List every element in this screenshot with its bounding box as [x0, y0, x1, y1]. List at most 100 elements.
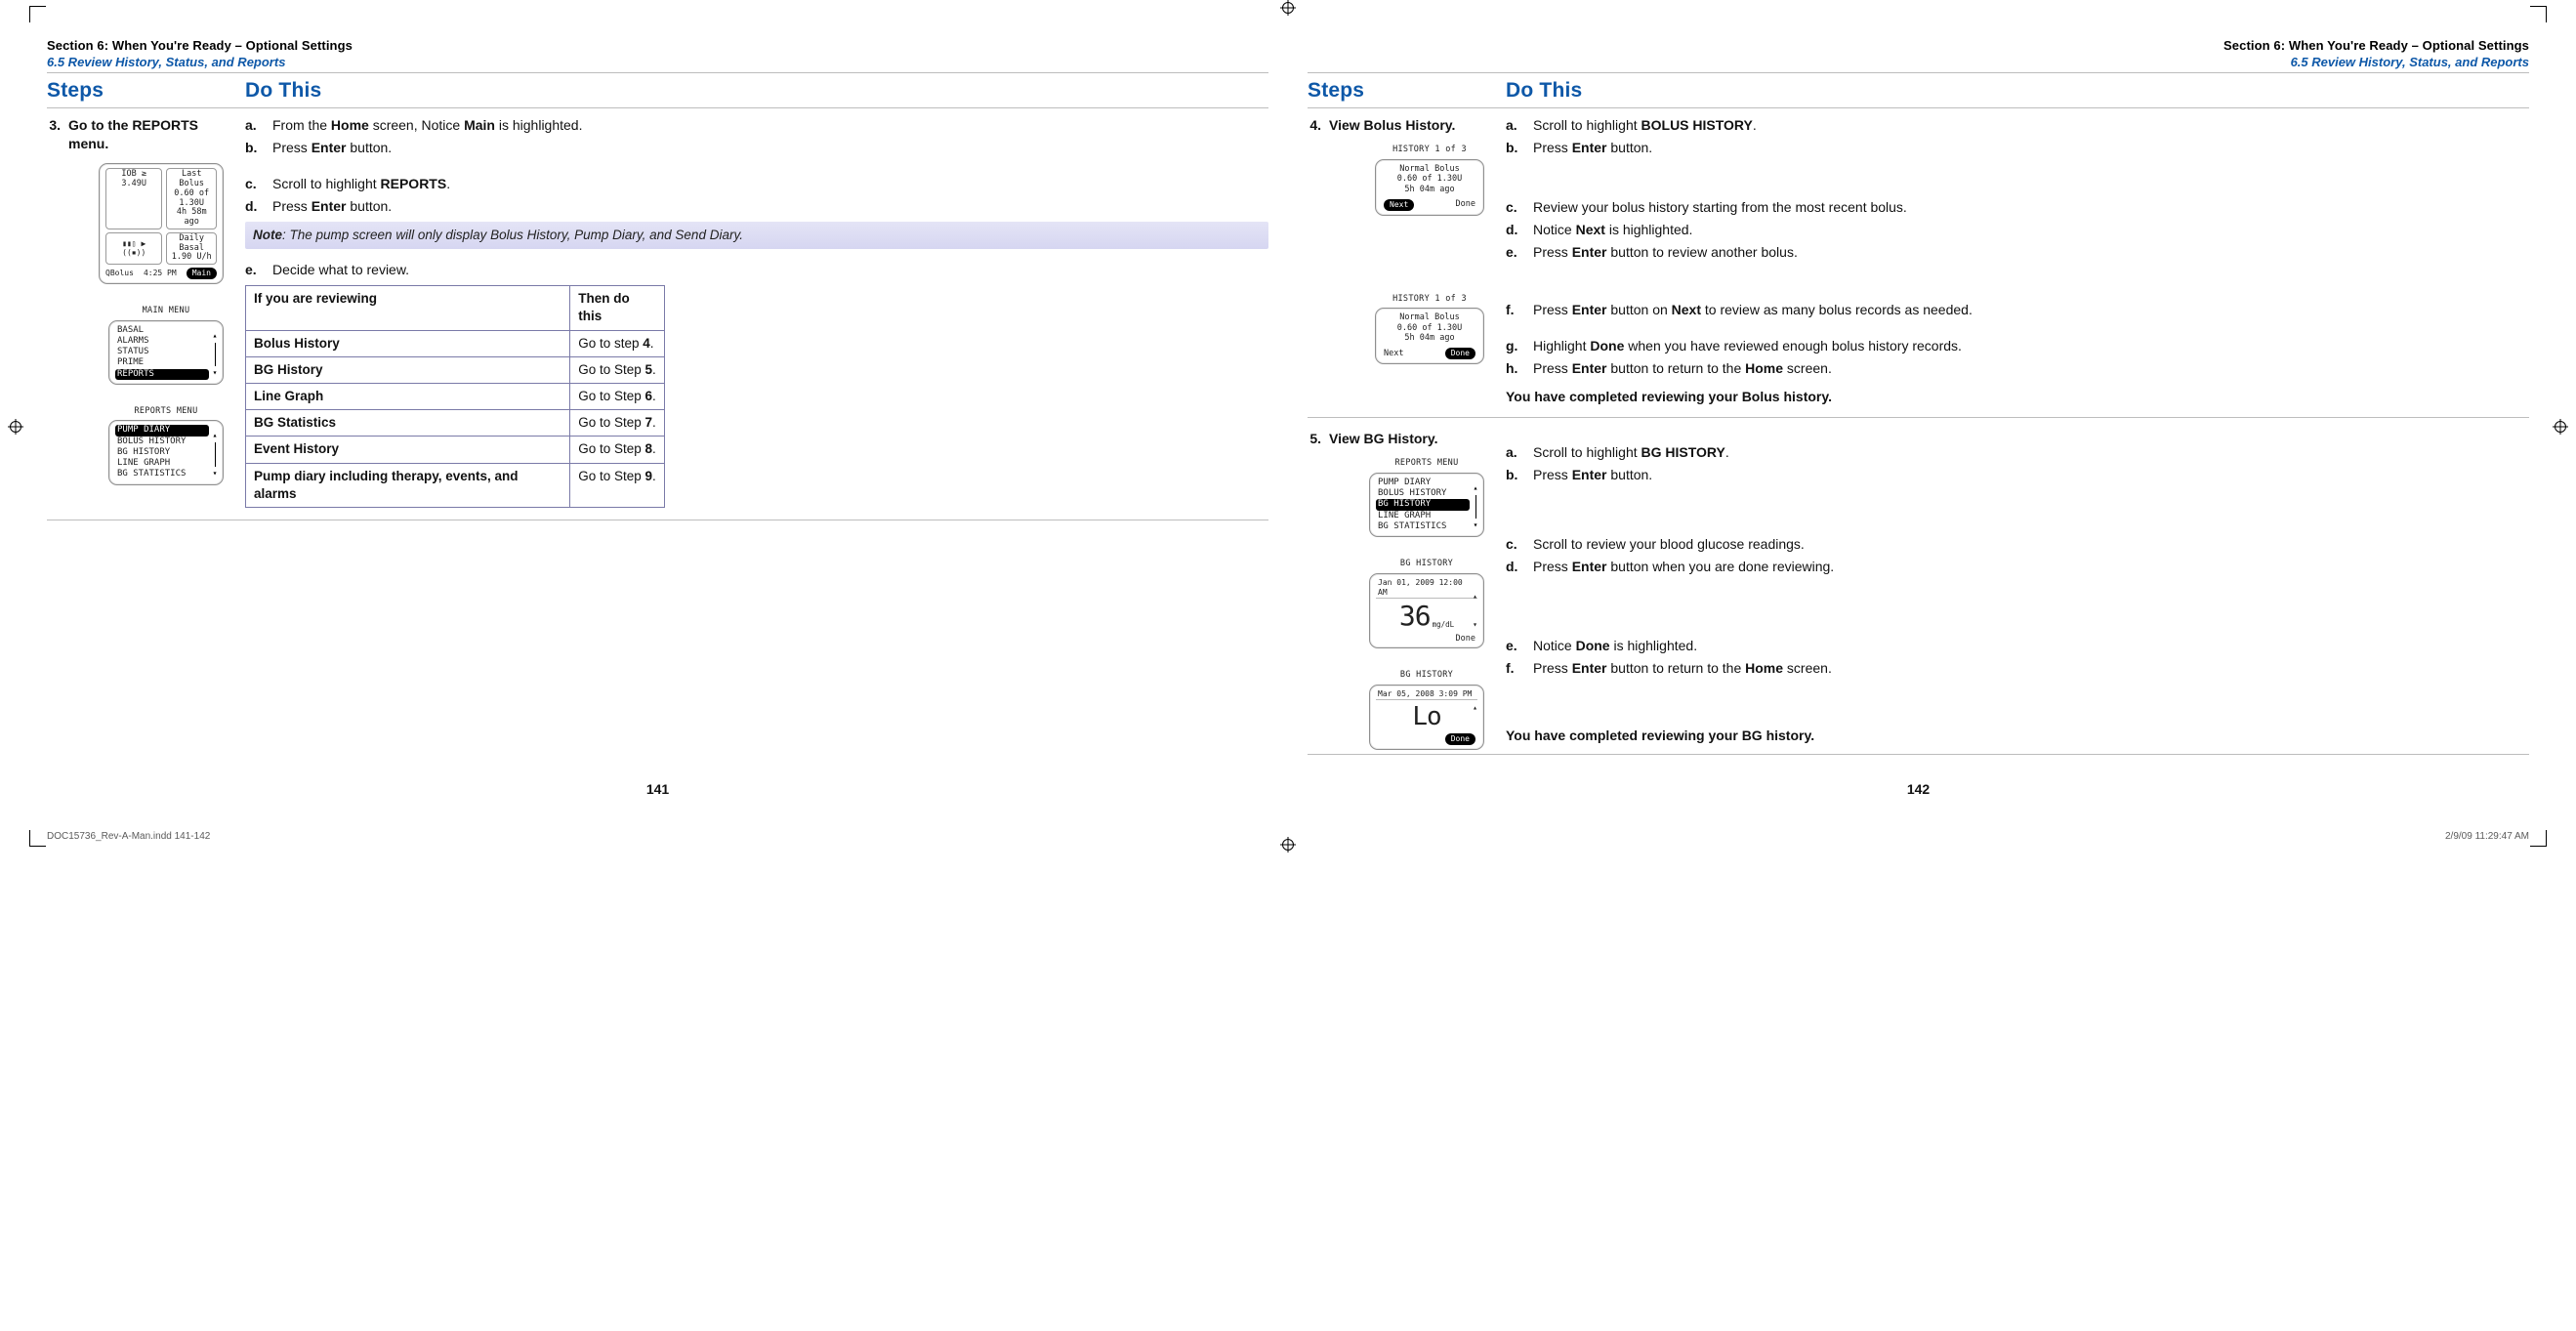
- substep-letter: d.: [1506, 221, 1527, 239]
- menu-item: PRIME: [115, 357, 209, 368]
- menu-item: BG STATISTICS: [115, 469, 209, 479]
- substep-text: From the Home screen, Notice Main is hig…: [272, 116, 1268, 135]
- step-3-label: 3. Go to the REPORTS menu.: [47, 114, 228, 153]
- scroll-arrows-icon: ▴▾: [211, 431, 219, 478]
- substep-text: Press Enter button to return to the Home…: [1533, 359, 2529, 378]
- substep: f.Press Enter button to return to the Ho…: [1506, 657, 2529, 680]
- step-title: View Bolus History.: [1329, 116, 1455, 135]
- substep-letter: b.: [245, 139, 267, 157]
- substep: d. Press Enter button.: [245, 195, 1268, 218]
- substep-text: Press Enter button to review another bol…: [1533, 243, 2529, 262]
- substeps-a: a. From the Home screen, Notice Main is h…: [245, 114, 1268, 159]
- menu-item: PUMP DIARY: [115, 425, 209, 436]
- substep-letter: f.: [1506, 659, 1527, 678]
- step-3-right: a. From the Home screen, Notice Main is h…: [245, 114, 1268, 508]
- note-callout: Note: The pump screen will only display …: [245, 222, 1268, 249]
- device-caption: BG HISTORY: [1400, 670, 1453, 681]
- substep: d. Press Enter button when you are done r…: [1506, 556, 2529, 578]
- substeps: f.Press Enter button on Next to review a…: [1506, 299, 2529, 321]
- menu-item: STATUS: [115, 347, 209, 357]
- completion-text: You have completed reviewing your BG his…: [1506, 727, 2529, 745]
- device-caption: HISTORY 1 of 3: [1392, 145, 1467, 155]
- substep-letter: d.: [1506, 558, 1527, 576]
- up-arrow-icon: ▴: [1473, 703, 1477, 713]
- substep-letter: e.: [1506, 637, 1527, 655]
- substep: e. Notice Done is highlighted.: [1506, 635, 2529, 657]
- device-reports-menu-bg: REPORTS MENU PUMP DIARYBOLUS HISTORYBG H…: [1369, 458, 1484, 537]
- substep: c.Scroll to review your blood glucose re…: [1506, 533, 2529, 556]
- steps-heading: Steps: [47, 77, 228, 104]
- step-4-right: a.Scroll to highlight BOLUS HISTORY.b.Pr…: [1506, 114, 2529, 405]
- table-cell: Go to step 4.: [570, 330, 665, 356]
- device-bolus-history-next: HISTORY 1 of 3 Normal Bolus 0.60 of 1.30…: [1375, 145, 1484, 215]
- substep-letter: h.: [1506, 359, 1527, 378]
- substep: b.Press Enter button.: [1506, 137, 2529, 159]
- section-title: Section 6: When You're Ready – Optional …: [2223, 37, 2529, 55]
- substep-text: Review your bolus history starting from …: [1533, 198, 2529, 217]
- device-caption: BG HISTORY: [1400, 559, 1453, 569]
- substep-text: Press Enter button when you are done rev…: [1533, 558, 2529, 576]
- menu-item: BOLUS HISTORY: [1376, 488, 1470, 499]
- substep: a.Scroll to highlight BOLUS HISTORY.: [1506, 114, 2529, 137]
- crop-mark-icon: [2530, 830, 2547, 847]
- menu-item: BG STATISTICS: [1376, 521, 1470, 532]
- substep: e.Decide what to review.: [245, 259, 1268, 281]
- substep-letter: d.: [245, 197, 267, 216]
- table-row: Line GraphGo to Step 6.: [246, 383, 665, 409]
- menu-item: BOLUS HISTORY: [115, 437, 209, 447]
- substep: b.Press Enter button.: [245, 137, 1268, 159]
- done-softkey: Done: [1445, 348, 1475, 359]
- substep-letter: c.: [1506, 535, 1527, 554]
- page-number: 142: [1308, 765, 2529, 799]
- table-header: Then do this: [570, 286, 665, 330]
- menu-list: PUMP DIARYBOLUS HISTORYBG HISTORYLINE GR…: [115, 425, 209, 479]
- substep-letter: a.: [1506, 443, 1527, 462]
- last-bolus-time: 4h 58m ago: [169, 208, 214, 228]
- step-5-row: 5. View BG History. REPORTS MENU PUMP DI…: [1308, 428, 2529, 749]
- substeps: g.Highlight Done when you have reviewed …: [1506, 335, 2529, 380]
- bg-value: 36: [1399, 603, 1431, 630]
- subsection-title: 6.5 Review History, Status, and Reports: [47, 54, 1268, 71]
- print-timestamp: 2/9/09 11:29:47 AM: [2445, 830, 2529, 844]
- subsection-title: 6.5 Review History, Status, and Reports: [2291, 54, 2529, 71]
- substep: c. Review your bolus history starting fro…: [1506, 196, 2529, 219]
- table-cell: BG History: [246, 356, 570, 383]
- section-title: Section 6: When You're Ready – Optional …: [47, 37, 1268, 55]
- page-number: 141: [47, 765, 1268, 799]
- substeps: a.Scroll to highlight BG HISTORY.b.Press…: [1506, 441, 2529, 486]
- table-cell: Go to Step 5.: [570, 356, 665, 383]
- device-main-menu: MAIN MENU BASALALARMSSTATUSPRIMEREPORTS …: [108, 306, 224, 385]
- substep-text: Press Enter button.: [272, 197, 1268, 216]
- device-bg-history-lo: BG HISTORY Mar 05, 2008 3:09 PM Lo ▴ Don…: [1369, 670, 1484, 749]
- substep-letter: a.: [1506, 116, 1527, 135]
- next-softkey: Next: [1384, 349, 1403, 359]
- substep-text: Notice Done is highlighted.: [1533, 637, 2529, 655]
- bg-timestamp: Jan 01, 2009 12:00 AM: [1376, 578, 1477, 599]
- substep-letter: c.: [245, 175, 267, 193]
- column-headers: Steps Do This: [1308, 77, 2529, 108]
- done-softkey: Done: [1445, 733, 1475, 745]
- step-5-left: 5. View BG History. REPORTS MENU PUMP DI…: [1308, 428, 1488, 749]
- step-title: Go to the REPORTS menu.: [68, 116, 228, 153]
- device-caption: MAIN MENU: [143, 306, 190, 316]
- table-row: Event HistoryGo to Step 8.: [246, 437, 665, 463]
- step-5-label: 5. View BG History.: [1308, 428, 1488, 448]
- substep-text: Highlight Done when you have reviewed en…: [1533, 337, 2529, 355]
- last-bolus-value: 0.60 of 1.30U: [169, 189, 214, 209]
- substep-letter: f.: [1506, 301, 1527, 319]
- table-cell: BG Statistics: [246, 410, 570, 437]
- table-row: BG StatisticsGo to Step 7.: [246, 410, 665, 437]
- substep: a.Scroll to highlight BG HISTORY.: [1506, 441, 2529, 464]
- menu-item: REPORTS: [115, 369, 209, 380]
- menu-item: BG HISTORY: [115, 447, 209, 458]
- substeps: c.Scroll to review your blood glucose re…: [1506, 533, 2529, 578]
- substep-letter: a.: [245, 116, 267, 135]
- step-title: View BG History.: [1329, 430, 1438, 448]
- substep-letter: b.: [1506, 139, 1527, 157]
- table-cell: Go to Step 7.: [570, 410, 665, 437]
- device-home-screen: IOB ≥ 3.49U Last Bolus 0.60 of 1.30U 4h …: [99, 163, 224, 284]
- substep-letter: c.: [1506, 198, 1527, 217]
- iob-value: 3.49U: [108, 180, 159, 189]
- table-cell: Pump diary including therapy, events, an…: [246, 463, 570, 507]
- step-4-screens: HISTORY 1 of 3 Normal Bolus 0.60 of 1.30…: [1308, 145, 1488, 364]
